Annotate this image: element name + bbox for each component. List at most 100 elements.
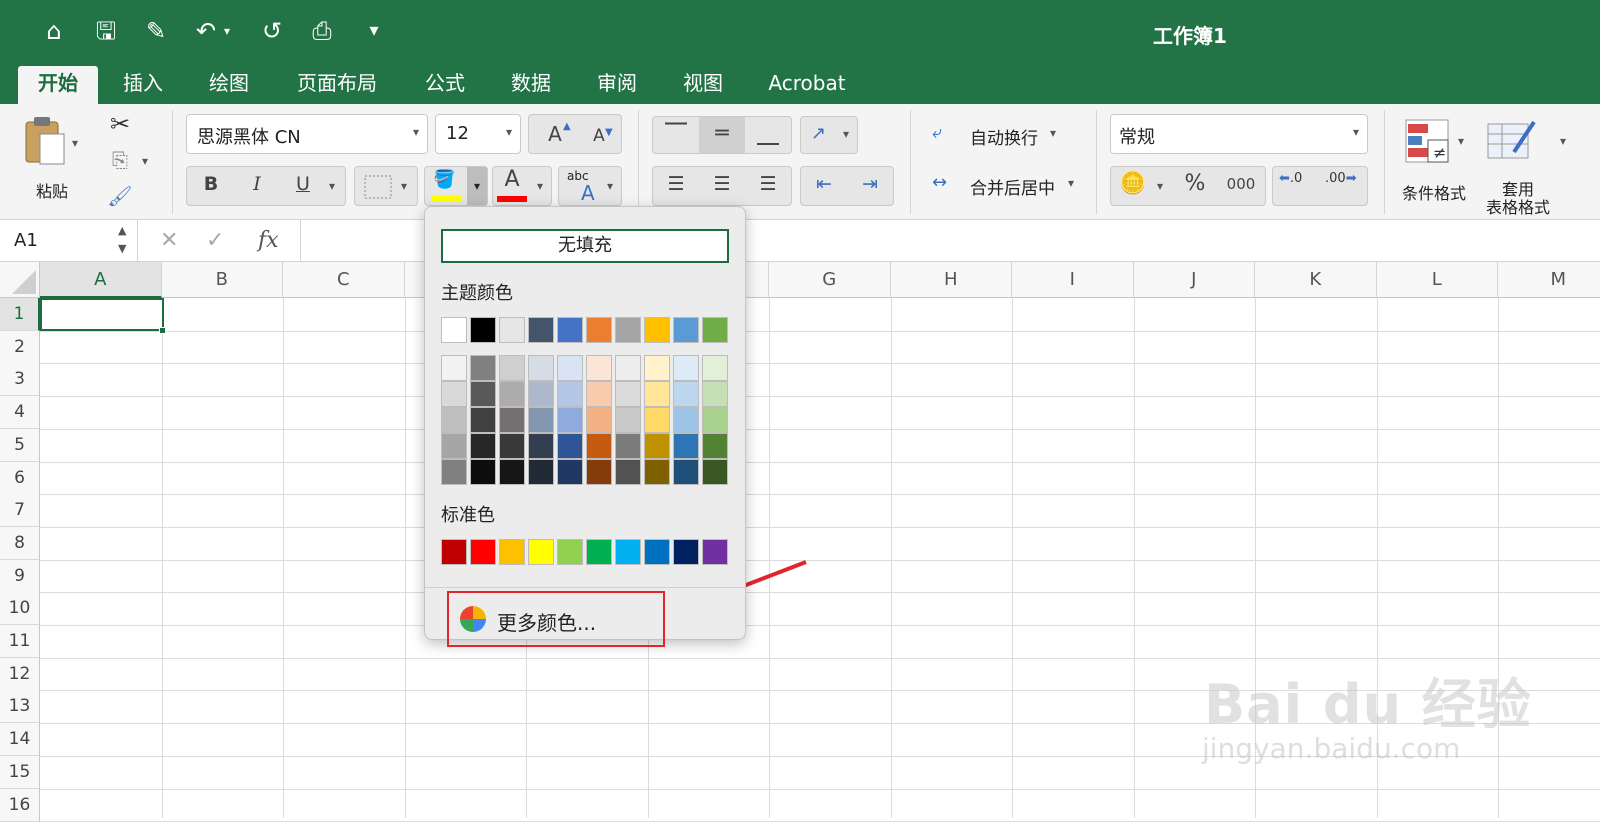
theme-shade-swatch[interactable]: [441, 381, 467, 407]
theme-shade-swatch[interactable]: [702, 433, 728, 459]
name-box[interactable]: A1 ▲ ▼: [0, 220, 138, 262]
undo-dropdown-icon[interactable]: ▾: [220, 15, 234, 47]
theme-shade-swatch[interactable]: [586, 355, 612, 381]
theme-shade-swatch[interactable]: [586, 407, 612, 433]
row-header-1[interactable]: 1: [0, 298, 40, 331]
copy-icon[interactable]: ⎘: [104, 144, 136, 176]
standard-color-swatch[interactable]: [528, 539, 554, 565]
wrap-text-button[interactable]: ⤶ 自动换行 ▾: [930, 120, 1080, 152]
paste-dropdown-icon[interactable]: ▾: [72, 136, 78, 150]
standard-color-swatch[interactable]: [673, 539, 699, 565]
theme-shade-swatch[interactable]: [673, 433, 699, 459]
row-header-2[interactable]: 2: [0, 330, 40, 364]
font-color-button[interactable]: A ▾: [492, 166, 552, 206]
theme-color-swatch[interactable]: [528, 317, 554, 343]
chevron-down-icon[interactable]: ▾: [1157, 179, 1163, 193]
theme-shade-swatch[interactable]: [499, 381, 525, 407]
insert-function-icon[interactable]: fx: [258, 228, 279, 253]
standard-color-swatch[interactable]: [441, 539, 467, 565]
column-header-L[interactable]: L: [1376, 262, 1498, 298]
row-header-6[interactable]: 6: [0, 461, 40, 495]
selected-cell[interactable]: [40, 298, 164, 331]
column-header-A[interactable]: A: [40, 262, 162, 298]
theme-color-swatch[interactable]: [441, 317, 467, 343]
theme-color-swatch[interactable]: [644, 317, 670, 343]
theme-shade-swatch[interactable]: [470, 381, 496, 407]
customize-toolbar-icon[interactable]: ▾: [358, 15, 390, 47]
save-icon[interactable]: 🖫: [90, 15, 122, 47]
theme-shade-swatch[interactable]: [557, 433, 583, 459]
home-icon[interactable]: ⌂: [38, 15, 70, 47]
theme-shade-swatch[interactable]: [615, 407, 641, 433]
theme-shade-swatch[interactable]: [702, 459, 728, 485]
orientation-button[interactable]: ↗ ▾: [800, 116, 858, 154]
column-header-M[interactable]: M: [1498, 262, 1600, 298]
theme-shade-swatch[interactable]: [528, 407, 554, 433]
cancel-icon[interactable]: ✕: [160, 228, 178, 253]
row-header-10[interactable]: 10: [0, 592, 40, 626]
align-left-icon[interactable]: ☰: [653, 167, 699, 203]
theme-shade-swatch[interactable]: [499, 433, 525, 459]
align-top-icon[interactable]: ⎺: [653, 117, 699, 153]
row-header-9[interactable]: 9: [0, 559, 40, 593]
theme-shade-swatch[interactable]: [441, 407, 467, 433]
theme-shade-swatch[interactable]: [615, 459, 641, 485]
cut-icon[interactable]: ✂: [104, 108, 136, 140]
theme-shade-swatch[interactable]: [586, 459, 612, 485]
align-middle-icon[interactable]: ═: [699, 117, 745, 153]
theme-shade-swatch[interactable]: [702, 407, 728, 433]
theme-color-swatch[interactable]: [470, 317, 496, 343]
thousands-button[interactable]: 000: [1217, 167, 1265, 203]
fill-color-button[interactable]: 🪣 ▾: [424, 166, 488, 206]
more-colors-item[interactable]: 更多颜色...: [447, 591, 665, 647]
enter-icon[interactable]: ✓: [206, 228, 224, 253]
copy-dropdown-icon[interactable]: ▾: [142, 154, 148, 168]
theme-shade-swatch[interactable]: [441, 355, 467, 381]
theme-color-swatch[interactable]: [615, 317, 641, 343]
percent-button[interactable]: %: [1173, 167, 1217, 203]
redo-icon[interactable]: ↺: [256, 15, 288, 47]
theme-shade-swatch[interactable]: [499, 459, 525, 485]
theme-color-swatch[interactable]: [586, 317, 612, 343]
theme-shade-swatch[interactable]: [441, 433, 467, 459]
align-center-icon[interactable]: ☰: [699, 167, 745, 203]
theme-shade-swatch[interactable]: [441, 459, 467, 485]
edit-icon[interactable]: ✎: [140, 15, 172, 47]
row-header-15[interactable]: 15: [0, 755, 40, 789]
tab-data[interactable]: 数据: [498, 66, 564, 104]
theme-shade-swatch[interactable]: [673, 381, 699, 407]
theme-shade-swatch[interactable]: [528, 459, 554, 485]
standard-color-swatch[interactable]: [499, 539, 525, 565]
theme-shade-swatch[interactable]: [470, 407, 496, 433]
bold-button[interactable]: B: [191, 167, 231, 203]
increase-decimal-icon[interactable]: ⬅.0: [1279, 171, 1302, 186]
align-right-icon[interactable]: ☰: [745, 167, 791, 203]
italic-button[interactable]: I: [237, 167, 277, 203]
tab-view[interactable]: 视图: [670, 66, 736, 104]
theme-shade-swatch[interactable]: [557, 381, 583, 407]
theme-shade-swatch[interactable]: [644, 407, 670, 433]
theme-shade-swatch[interactable]: [470, 355, 496, 381]
font-name-select[interactable]: 思源黑体 CN ▾: [186, 114, 428, 154]
theme-shade-swatch[interactable]: [557, 407, 583, 433]
undo-icon[interactable]: ↶: [190, 15, 222, 47]
paste-button[interactable]: ▾ 粘贴: [16, 110, 88, 206]
no-fill-button[interactable]: 无填充: [441, 229, 729, 263]
shrink-font-button[interactable]: A: [579, 119, 619, 155]
theme-shade-swatch[interactable]: [528, 433, 554, 459]
row-header-7[interactable]: 7: [0, 494, 40, 528]
conditional-format-button[interactable]: ≠ ▾ 条件格式: [1396, 114, 1472, 206]
tab-insert[interactable]: 插入: [110, 66, 176, 104]
column-header-K[interactable]: K: [1255, 262, 1377, 298]
theme-shade-swatch[interactable]: [470, 433, 496, 459]
decrease-decimal-icon[interactable]: .00➡: [1325, 171, 1357, 186]
theme-shade-swatch[interactable]: [702, 381, 728, 407]
tab-page-layout[interactable]: 页面布局: [284, 66, 390, 104]
row-header-14[interactable]: 14: [0, 723, 40, 757]
theme-color-swatch[interactable]: [702, 317, 728, 343]
standard-color-swatch[interactable]: [615, 539, 641, 565]
row-header-16[interactable]: 16: [0, 788, 40, 822]
tab-acrobat[interactable]: Acrobat: [756, 66, 858, 104]
underline-dropdown-icon[interactable]: ▾: [329, 179, 335, 193]
phonetic-button[interactable]: abc A ▾: [558, 166, 622, 206]
